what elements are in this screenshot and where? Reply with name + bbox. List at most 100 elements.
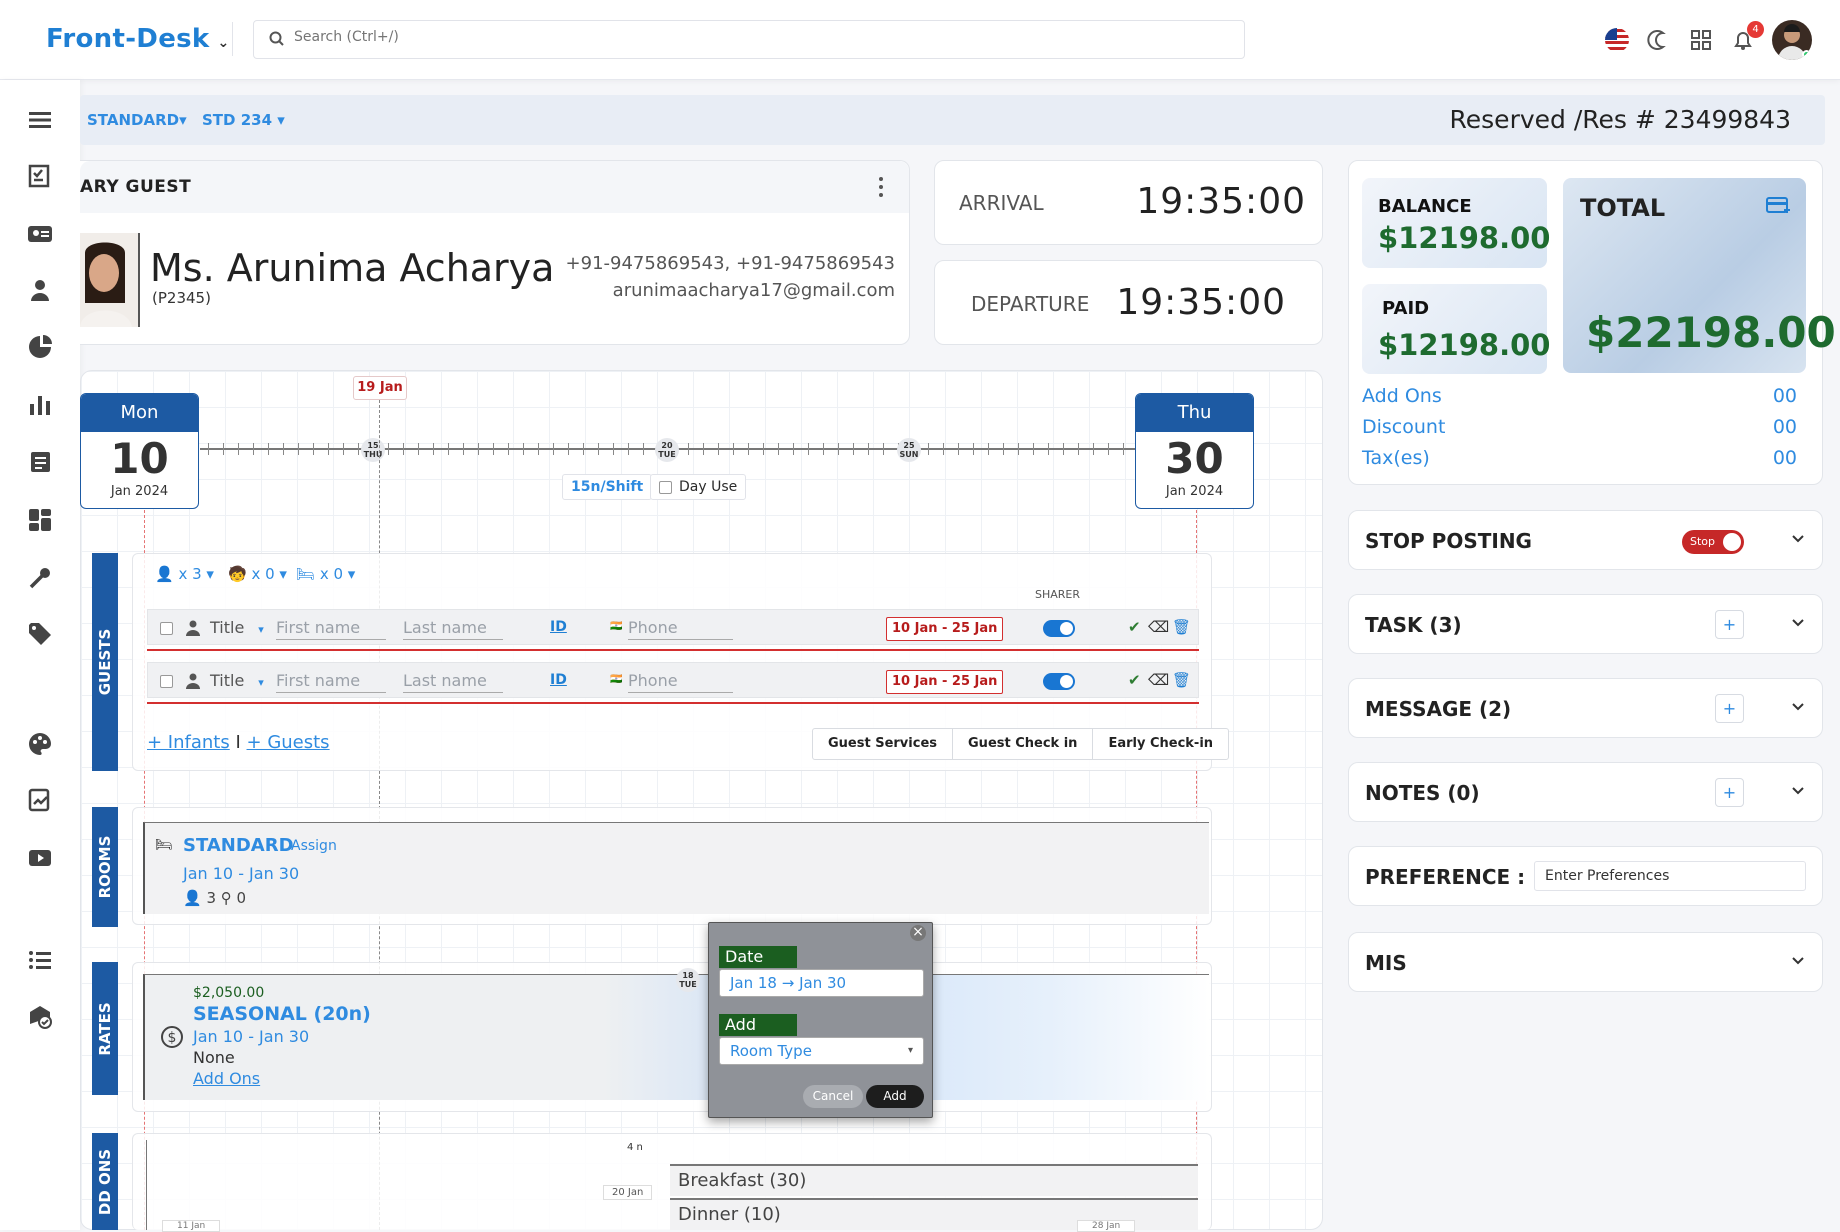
room-type-dropdown[interactable]: STANDARD▾ bbox=[87, 111, 187, 129]
eraser-icon[interactable]: ⌫ bbox=[1148, 618, 1169, 636]
chevron-down-icon[interactable] bbox=[1792, 955, 1804, 967]
discount-row[interactable]: Discount 00 bbox=[1362, 416, 1797, 438]
title-select[interactable]: Title ▾ bbox=[210, 618, 264, 637]
search-bar[interactable] bbox=[253, 20, 1245, 59]
last-name-input[interactable]: Last name bbox=[403, 618, 503, 640]
bar-chart-icon[interactable] bbox=[26, 390, 54, 418]
list-icon[interactable] bbox=[26, 946, 54, 974]
search-input[interactable] bbox=[294, 29, 1194, 45]
check-icon[interactable]: ✔ bbox=[1128, 618, 1141, 636]
settings-check-icon[interactable] bbox=[26, 1002, 54, 1030]
first-name-input[interactable]: First name bbox=[276, 671, 386, 693]
task-panel[interactable]: TASK (3) + bbox=[1348, 594, 1823, 654]
addons-section-tab[interactable]: DD ONS bbox=[92, 1133, 118, 1230]
stay-dates-chip[interactable]: 10 Jan - 25 Jan bbox=[886, 617, 1004, 641]
beds-count[interactable]: 🛏 x 0 ▾ bbox=[296, 565, 355, 583]
last-name-input[interactable]: Last name bbox=[403, 671, 503, 693]
guest-services-button[interactable]: Guest Services bbox=[813, 729, 954, 759]
room-type[interactable]: STANDARD bbox=[183, 835, 294, 856]
timeline-tick bbox=[733, 443, 734, 455]
document-chart-icon[interactable] bbox=[26, 786, 54, 814]
mis-panel[interactable]: MIS bbox=[1348, 932, 1823, 992]
guest-checkin-button[interactable]: Guest Check in bbox=[953, 729, 1094, 759]
timeline-tick bbox=[268, 443, 269, 455]
rate-plan-name[interactable]: SEASONAL (20n) bbox=[193, 1003, 371, 1025]
check-icon[interactable]: ✔ bbox=[1128, 671, 1141, 689]
notes-panel[interactable]: NOTES (0) + bbox=[1348, 762, 1823, 822]
bell-icon[interactable]: 4 bbox=[1730, 21, 1764, 53]
id-link[interactable]: ID bbox=[550, 619, 567, 635]
timeline-mark-25: 25 SUN bbox=[897, 438, 921, 462]
guest-name: Ms. Arunima Acharya bbox=[150, 246, 555, 290]
eraser-icon[interactable]: ⌫ bbox=[1148, 671, 1169, 689]
brand-menu[interactable]: Front-Desk ⌄ bbox=[46, 24, 230, 54]
adults-count[interactable]: 👤 x 3 ▾ bbox=[155, 565, 214, 583]
pie-chart-icon[interactable] bbox=[26, 333, 54, 361]
flag-icon[interactable] bbox=[1604, 27, 1630, 53]
chevron-down-icon[interactable] bbox=[1792, 533, 1804, 545]
room-number-dropdown[interactable]: STD 234 ▾ bbox=[202, 111, 285, 129]
tag-icon[interactable] bbox=[26, 620, 54, 648]
guests-section-tab[interactable]: GUESTS bbox=[92, 553, 118, 771]
palette-icon[interactable] bbox=[26, 730, 54, 758]
addons-row[interactable]: Add Ons 00 bbox=[1362, 385, 1797, 407]
video-icon[interactable] bbox=[26, 844, 54, 872]
moon-icon[interactable] bbox=[1646, 27, 1672, 53]
early-checkin-button[interactable]: Early Check-in bbox=[1093, 729, 1228, 759]
id-link[interactable]: ID bbox=[550, 672, 567, 688]
report-icon[interactable] bbox=[26, 448, 54, 476]
add-guests-link[interactable]: + Guests bbox=[247, 732, 330, 753]
kids-count[interactable]: 🧒 x 0 ▾ bbox=[228, 565, 287, 583]
phone-input[interactable]: Phone bbox=[628, 671, 733, 693]
add-button[interactable]: Add bbox=[866, 1085, 924, 1108]
add-message-button[interactable]: + bbox=[1715, 694, 1744, 723]
dashboard-icon[interactable] bbox=[26, 506, 54, 534]
chevron-down-icon[interactable] bbox=[1792, 785, 1804, 797]
add-task-button[interactable]: + bbox=[1715, 610, 1744, 639]
delete-icon[interactable]: 🗑 bbox=[1172, 618, 1191, 636]
rates-section-tab[interactable]: RATES bbox=[92, 962, 118, 1095]
key-icon[interactable] bbox=[26, 564, 54, 592]
day-use-checkbox[interactable]: Day Use bbox=[650, 474, 747, 500]
sharer-toggle[interactable] bbox=[1043, 620, 1075, 637]
arrival-time: 19:35:00 bbox=[1136, 181, 1306, 222]
row-checkbox[interactable] bbox=[160, 622, 173, 635]
shift-chip[interactable]: 15n/Shift bbox=[562, 474, 653, 500]
sharer-toggle[interactable] bbox=[1043, 673, 1075, 690]
stay-dates-chip[interactable]: 10 Jan - 25 Jan bbox=[886, 670, 1004, 694]
more-options-icon[interactable] bbox=[879, 177, 883, 201]
row-checkbox[interactable] bbox=[160, 675, 173, 688]
today-marker: 19 Jan bbox=[353, 376, 407, 400]
rate-addons-link[interactable]: Add Ons bbox=[193, 1069, 260, 1088]
add-infants-link[interactable]: + Infants bbox=[147, 732, 230, 753]
arrival-date-box[interactable]: Mon 10 Jan 2024 bbox=[80, 393, 199, 509]
delete-icon[interactable]: 🗑 bbox=[1172, 671, 1191, 689]
first-name-input[interactable]: First name bbox=[276, 618, 386, 640]
date-range-input[interactable]: Jan 18 → Jan 30 bbox=[719, 969, 924, 997]
close-icon[interactable]: × bbox=[910, 925, 926, 941]
stop-toggle[interactable]: Stop bbox=[1682, 530, 1744, 554]
chevron-down-icon[interactable] bbox=[1792, 617, 1804, 629]
room-type-select[interactable]: Room Type ▾ bbox=[719, 1037, 924, 1065]
phone-input[interactable]: Phone bbox=[628, 618, 733, 640]
stop-posting-panel[interactable]: STOP POSTING Stop bbox=[1348, 510, 1823, 570]
title-select[interactable]: Title ▾ bbox=[210, 671, 264, 690]
breakfast-addon[interactable]: Breakfast (30) bbox=[670, 1164, 1198, 1196]
add-note-button[interactable]: + bbox=[1715, 778, 1744, 807]
cancel-button[interactable]: Cancel bbox=[803, 1085, 863, 1108]
guest-card-title: ARY GUEST bbox=[80, 177, 192, 197]
taxes-row[interactable]: Tax(es) 00 bbox=[1362, 447, 1797, 469]
user-icon[interactable] bbox=[26, 276, 54, 304]
rooms-section-tab[interactable]: ROOMS bbox=[92, 807, 118, 927]
assign-link[interactable]: Assign bbox=[291, 838, 337, 854]
menu-icon[interactable] bbox=[26, 106, 54, 134]
id-card-icon[interactable] bbox=[26, 220, 54, 248]
message-panel[interactable]: MESSAGE (2) + bbox=[1348, 678, 1823, 738]
chevron-down-icon[interactable] bbox=[1792, 701, 1804, 713]
apps-grid-icon[interactable] bbox=[1688, 27, 1714, 53]
departure-date-box[interactable]: Thu 30 Jan 2024 bbox=[1135, 393, 1254, 509]
avatar[interactable] bbox=[1772, 20, 1812, 60]
checklist-icon[interactable] bbox=[26, 162, 54, 190]
add-payment-icon[interactable] bbox=[1766, 196, 1790, 216]
preference-input[interactable]: Enter Preferences bbox=[1534, 861, 1806, 891]
